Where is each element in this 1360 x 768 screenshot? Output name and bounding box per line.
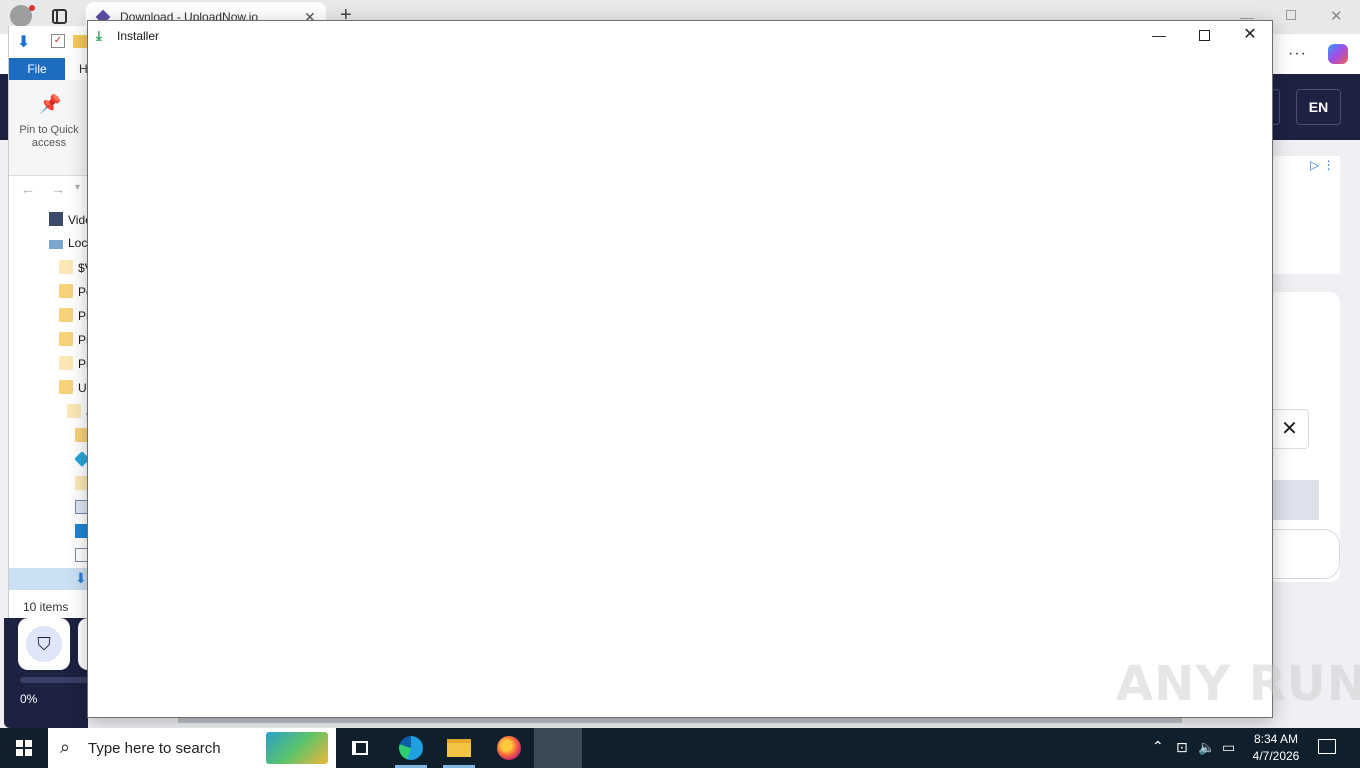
file-explorer-icon (447, 739, 471, 757)
installer-title: Installer (117, 29, 160, 43)
folder-icon (59, 332, 73, 346)
downloads-icon: ⬇ (75, 570, 87, 586)
progress-percent: 0% (20, 692, 38, 706)
folder-icon (59, 260, 73, 274)
video-folder-icon (49, 212, 63, 226)
installer-title-bar[interactable]: ⤓ Installer — ✕ (88, 21, 1272, 51)
firefox-icon (497, 736, 521, 760)
folder-icon (59, 356, 73, 370)
installer-taskbar-button[interactable] (534, 728, 582, 768)
installer-window: ⤓ Installer — ✕ (87, 20, 1273, 718)
tree-item-local-disk[interactable]: Loc (49, 236, 87, 258)
file-explorer-window: ⬇ ✓ File H 📌 Pin to Quick access ← → ▾ V… (8, 26, 93, 618)
status-bar: 10 items (9, 594, 89, 618)
folder-icon (59, 308, 73, 322)
ribbon: 📌 Pin to Quick access (9, 80, 89, 176)
network-icon[interactable]: ▭ (1222, 739, 1235, 756)
progress-bar (20, 677, 88, 683)
taskbar-search[interactable]: ⌕ Type here to search (48, 728, 336, 768)
clock-time: 8:34 AM (1253, 732, 1299, 746)
folder-icon (67, 404, 81, 418)
show-hidden-icons-icon[interactable]: ⌃ (1152, 738, 1164, 755)
navigation-bar: ← → ▾ (9, 176, 89, 204)
back-arrow-icon[interactable]: ← (21, 181, 35, 197)
search-highlight-image[interactable] (266, 732, 328, 764)
start-button[interactable] (0, 728, 48, 768)
taskbar: ⌕ Type here to search ⌃ ⊡ 🔈 ▭ 8:34 AM 4/… (0, 728, 1360, 768)
edge-icon (399, 736, 423, 760)
clock-date: 4/7/2026 (1252, 749, 1300, 763)
recent-locations-icon[interactable]: ▾ (75, 182, 80, 193)
task-view-button[interactable] (336, 728, 384, 768)
tree-item-label: Loc (68, 236, 88, 250)
drive-icon (49, 240, 63, 249)
firefox-taskbar-button[interactable] (485, 728, 533, 768)
language-button[interactable]: EN (1296, 89, 1341, 125)
forward-arrow-icon[interactable]: → (51, 181, 65, 197)
pin-to-quick-access-label[interactable]: Pin to Quick access (13, 124, 85, 150)
system-clock[interactable]: 8:34 AM 4/7/2026 (1244, 731, 1308, 765)
more-options-icon[interactable]: ··· (1288, 45, 1307, 63)
ad-choices-icon[interactable]: ▷ ⋮ (1310, 158, 1335, 172)
meet-now-icon[interactable]: ⊡ (1176, 739, 1188, 756)
quick-access-toolbar: ⬇ ✓ (9, 26, 89, 56)
installer-content-area (88, 51, 1272, 717)
browser-restore-button[interactable] (1286, 10, 1296, 20)
search-placeholder: Type here to search (88, 740, 221, 757)
tab-file[interactable]: File (9, 58, 65, 80)
anyrun-watermark: ANY RUN (1116, 656, 1360, 712)
browser-close-button[interactable]: ✕ (1330, 7, 1343, 25)
close-button[interactable]: ✕ (1228, 21, 1272, 51)
copilot-icon[interactable] (1328, 44, 1348, 64)
task-view-icon (352, 741, 368, 755)
folder-icon (59, 284, 73, 298)
download-arrow-icon[interactable]: ⬇ (17, 32, 30, 52)
tab-actions-icon[interactable] (52, 9, 67, 24)
profile-notification-dot (29, 5, 35, 11)
dialog-close-icon[interactable]: ✕ (1270, 409, 1309, 449)
folder-icon (59, 380, 73, 394)
ad-banner[interactable] (1272, 156, 1340, 274)
edge-taskbar-button[interactable] (387, 728, 435, 768)
tree-item-videos[interactable]: Vide (49, 212, 92, 234)
grey-bar (1272, 480, 1319, 520)
tree-item-folder[interactable]: Pr (59, 308, 90, 330)
tree-item-folder[interactable]: Pr (59, 356, 90, 378)
properties-icon[interactable]: ✓ (51, 34, 65, 48)
maximize-icon (1199, 30, 1210, 41)
notifications-icon[interactable] (1318, 739, 1336, 754)
tree-item-folder[interactable]: Pr (59, 332, 90, 354)
input-field[interactable] (1272, 529, 1340, 579)
maximize-button[interactable] (1182, 21, 1228, 51)
minimize-button[interactable]: — (1136, 21, 1182, 51)
installer-download-icon: ⤓ (96, 28, 102, 43)
windows-logo-icon (16, 740, 32, 756)
file-explorer-taskbar-button[interactable] (435, 728, 483, 768)
ribbon-tabs: File H (9, 58, 89, 80)
shield-button[interactable]: ⛉ (18, 618, 70, 670)
volume-icon[interactable]: 🔈 (1198, 739, 1215, 756)
item-count: 10 items (23, 600, 69, 614)
pin-icon[interactable]: 📌 (39, 94, 61, 115)
shield-check-icon: ⛉ (26, 626, 62, 662)
search-icon: ⌕ (60, 737, 71, 757)
